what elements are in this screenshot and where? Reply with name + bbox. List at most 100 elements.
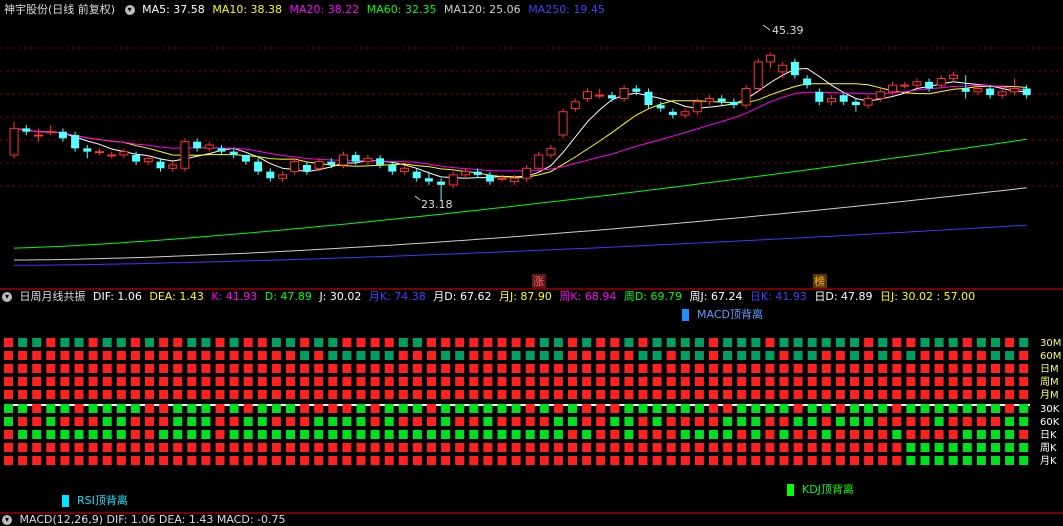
resonance-cell [1019,364,1029,373]
resonance-cell [539,443,549,452]
resonance-cell [976,338,986,347]
resonance-cell [539,390,549,399]
resonance-cell [342,390,352,399]
resonance-cell [130,417,140,426]
resonance-cell [948,364,958,373]
resonance-cell [18,417,28,426]
moving-average-lines [14,67,1027,266]
resonance-cell [793,351,803,360]
resonance-cell [159,364,169,373]
candle-body-up [912,81,922,86]
resonance-cell [286,390,295,399]
resonance-cell [892,351,902,360]
resonance-cell [116,417,126,426]
candle [461,168,470,179]
resonance-cell [314,377,324,386]
resonance-cell [497,430,507,439]
resonance-cell [948,430,958,439]
candle [302,161,311,175]
resonance-cell [892,364,902,373]
resonance-cell [793,430,803,439]
candle-body-down [71,135,80,149]
resonance-cell [807,351,817,360]
resonance-cell [18,456,28,465]
grid-label-bottom: 30K [1040,404,1060,415]
event-marker-bang[interactable]: 榜 [813,274,827,288]
resonance-cell [892,443,902,452]
resonance-cell [497,364,507,373]
resonance-cell [74,390,84,399]
resonance-cell [469,430,479,439]
resonance-cell [257,390,267,399]
candle-body-down [424,178,433,182]
resonance-cell [751,351,761,360]
chevron-down-icon[interactable]: ▾ [124,5,135,15]
resonance-cell [723,338,733,347]
resonance-cell [638,417,648,426]
candle [278,171,287,182]
resonance-cell [88,351,98,360]
resonance-cell [469,390,479,399]
resonance-cell [568,351,577,360]
resonance-cell [229,351,239,360]
resonance-cell [582,351,592,360]
resonance-cell [243,351,253,360]
resonance-cell [525,456,535,465]
resonance-cell [835,443,845,452]
resonance-cell [991,443,1000,452]
ma20-value: MA20: 38.22 [289,3,360,16]
resonance-cell [215,351,225,360]
resonance-grid: 30M 60M 日M周M月M 30K 60K 日K周K月K [4,338,1061,466]
resonance-cell [1019,404,1029,413]
resonance-cell [779,430,789,439]
resonance-cell [807,404,817,413]
resonance-cell [511,351,521,360]
resonance-cell [878,364,888,373]
candle [778,61,788,79]
resonance-cell [539,364,549,373]
resonance-cell [243,377,253,386]
candle [644,88,653,109]
price-chart[interactable]: 45.39 23.18 涨 榜 [0,18,1063,290]
resonance-cell [850,443,859,452]
resonance-cell [229,338,239,347]
macd-chevron-icon[interactable]: ▾ [2,515,12,525]
candle-body-down [156,161,165,169]
resonance-cell [906,390,916,399]
candle-body-up [95,151,104,154]
candle [180,138,190,172]
resonance-cell [991,390,1000,399]
grid-top-squares [4,338,1029,399]
resonance-cell [553,364,563,373]
resonance-cell [934,417,944,426]
candle-body-down [351,154,360,162]
resonance-cell [610,404,620,413]
candle [546,145,556,159]
candle-body-up [949,74,958,80]
candle-body-down [851,101,860,106]
resonance-cell [300,390,310,399]
resonance-cell [568,417,577,426]
resonance-cell [88,430,98,439]
resonance-cell [680,443,690,452]
resonance-cell [864,364,874,373]
resonance-cell [102,338,112,347]
grid-row-labels: 30M 60M 日M周M月M 30K 60K 日K周K月K [1040,338,1061,466]
candle-body-up [107,154,117,157]
resonance-cell [723,443,733,452]
candle-body-down [803,78,812,86]
indicator-chevron-icon[interactable]: ▾ [2,292,12,302]
ma120-line [14,187,1027,261]
resonance-cell [300,364,310,373]
resonance-cell [864,417,874,426]
resonance-cell [539,351,549,360]
event-marker-zhang[interactable]: 涨 [532,274,546,288]
resonance-cell [624,351,634,360]
resonance-cell [694,390,704,399]
resonance-cell [286,404,295,413]
resonance-cell [455,443,465,452]
resonance-cell [553,430,563,439]
resonance-cell [835,351,845,360]
resonance-cell [271,351,281,360]
resonance-cell [962,390,972,399]
